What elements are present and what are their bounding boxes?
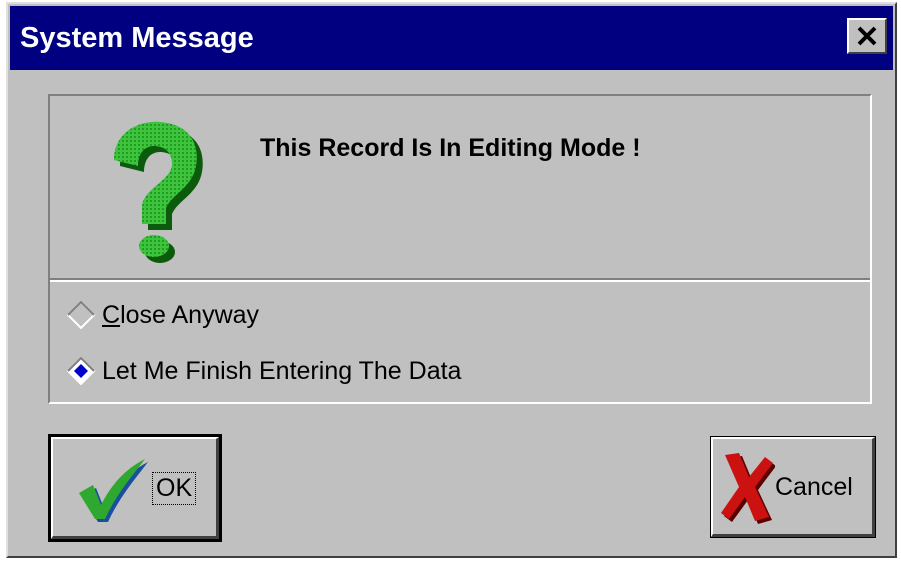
checkmark-icon (79, 459, 148, 522)
ok-label: OK (151, 472, 197, 505)
message-panel: This Record Is In Editing Mode ! Close A… (48, 94, 872, 404)
radio-let-me-finish-label: Let Me Finish Entering The Data (102, 356, 462, 385)
cancel-button-face[interactable]: Cancel (711, 437, 875, 537)
ok-button-face[interactable]: OK (51, 437, 219, 539)
dialog-window: System Message This Record Is In Editing… (6, 2, 897, 558)
message-text: This Record Is In Editing Mode ! (260, 134, 641, 162)
radio-selected-icon (66, 356, 96, 386)
radio-let-me-finish[interactable]: Let Me Finish Entering The Data (66, 356, 461, 386)
title-bar[interactable]: System Message (10, 6, 893, 70)
radio-close-anyway-label: Close Anyway (102, 300, 260, 329)
cancel-label: Cancel (775, 473, 853, 501)
cross-icon (721, 453, 775, 524)
question-mark-icon (114, 121, 203, 263)
ok-button[interactable]: OK (48, 434, 222, 542)
window-title: System Message (20, 21, 254, 54)
close-button[interactable] (847, 18, 887, 54)
panel-divider (50, 278, 870, 282)
radio-close-anyway[interactable]: Close Anyway (66, 300, 259, 330)
cancel-button[interactable]: Cancel (710, 436, 876, 538)
radio-unselected-icon (66, 300, 96, 330)
close-icon (857, 26, 877, 46)
